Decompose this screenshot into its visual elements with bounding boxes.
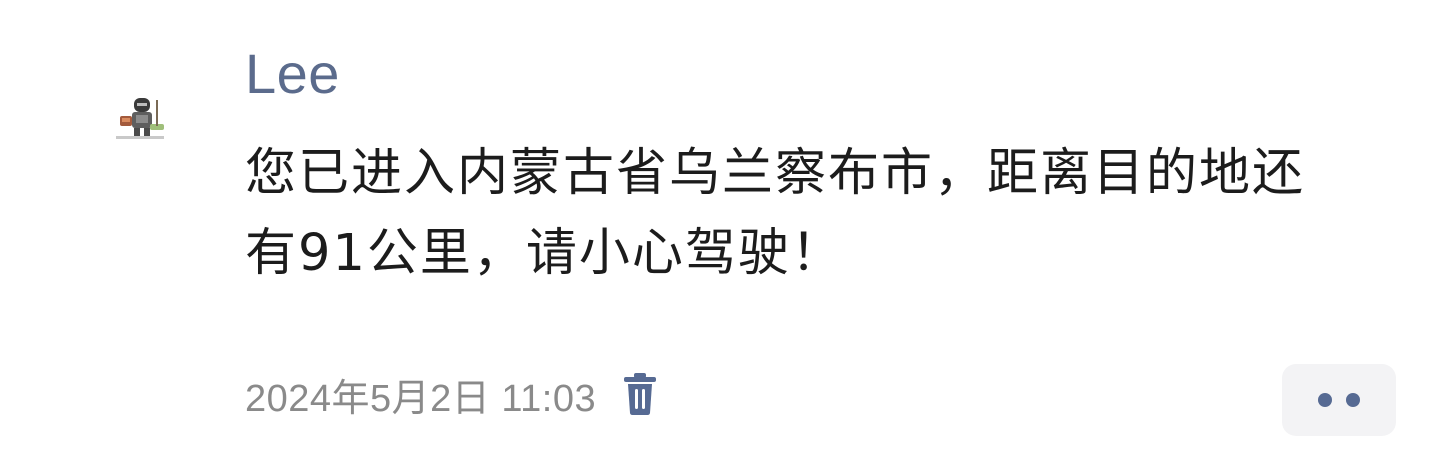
trash-icon <box>624 373 657 415</box>
author-name[interactable]: Lee <box>245 44 340 104</box>
knight-avatar-icon <box>116 98 164 139</box>
moment-post: Lee 您已进入内蒙古省乌兰察布市，距离目的地还有91公里，请小心驾驶！ 202… <box>0 0 1440 471</box>
post-meta: 2024年5月2日 11:03 <box>245 368 660 420</box>
timestamp: 2024年5月2日 11:03 <box>245 377 597 420</box>
more-options-button[interactable] <box>1282 364 1396 436</box>
dot <box>1318 393 1332 407</box>
more-dots-icon <box>1318 393 1360 407</box>
delete-button[interactable] <box>620 371 660 417</box>
message-text: 您已进入内蒙古省乌兰察布市，距离目的地还有91公里，请小心驾驶！ <box>245 144 1306 283</box>
dot <box>1346 393 1360 407</box>
avatar[interactable] <box>112 94 168 142</box>
